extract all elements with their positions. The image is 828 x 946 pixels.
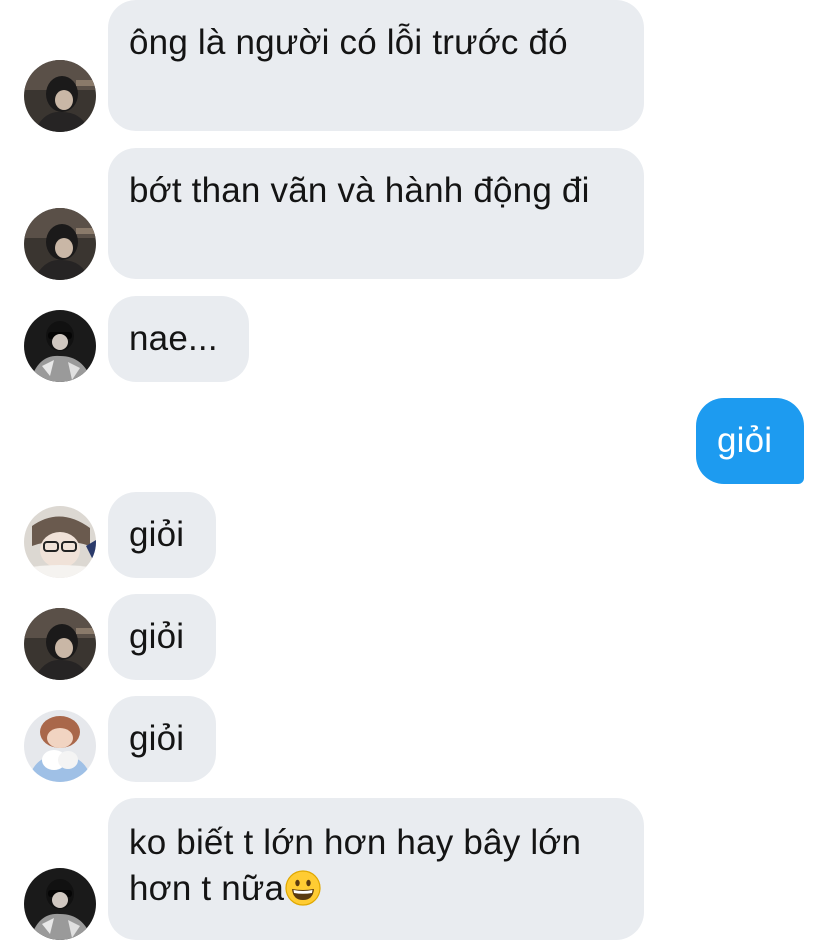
message-text: ông là người có lỗi trước đó bbox=[129, 23, 568, 62]
grinning-face-emoji bbox=[285, 870, 321, 906]
message-bubble-outgoing[interactable]: giỏi bbox=[696, 398, 804, 484]
message-text: ko biết t lớn hơn hay bây lớn hơn t nữa bbox=[129, 823, 582, 908]
message-bubble[interactable]: ko biết t lớn hơn hay bây lớn hơn t nữa bbox=[108, 798, 644, 940]
message-text: giỏi bbox=[129, 617, 185, 656]
message-bubble[interactable]: giỏi bbox=[108, 696, 216, 782]
message-bubble[interactable]: ông là người có lỗi trước đó bbox=[108, 0, 644, 131]
message-bubble[interactable]: giỏi bbox=[108, 594, 216, 680]
avatar-user-c[interactable] bbox=[24, 506, 96, 578]
message-bubble[interactable]: nae... bbox=[108, 296, 249, 382]
avatar-user-a[interactable] bbox=[24, 608, 96, 680]
message-bubble[interactable]: giỏi bbox=[108, 492, 216, 578]
message-bubble[interactable]: bớt than vãn và hành động đi bbox=[108, 148, 644, 279]
message-text: giỏi bbox=[717, 421, 773, 460]
message-text: giỏi bbox=[129, 719, 185, 758]
avatar-user-d[interactable] bbox=[24, 710, 96, 782]
avatar-user-b[interactable] bbox=[24, 868, 96, 940]
message-text: bớt than vãn và hành động đi bbox=[129, 171, 590, 210]
avatar-user-a[interactable] bbox=[24, 208, 96, 280]
message-text: nae... bbox=[129, 319, 218, 358]
avatar-user-a[interactable] bbox=[24, 60, 96, 132]
message-text: giỏi bbox=[129, 515, 185, 554]
avatar-user-b[interactable] bbox=[24, 310, 96, 382]
